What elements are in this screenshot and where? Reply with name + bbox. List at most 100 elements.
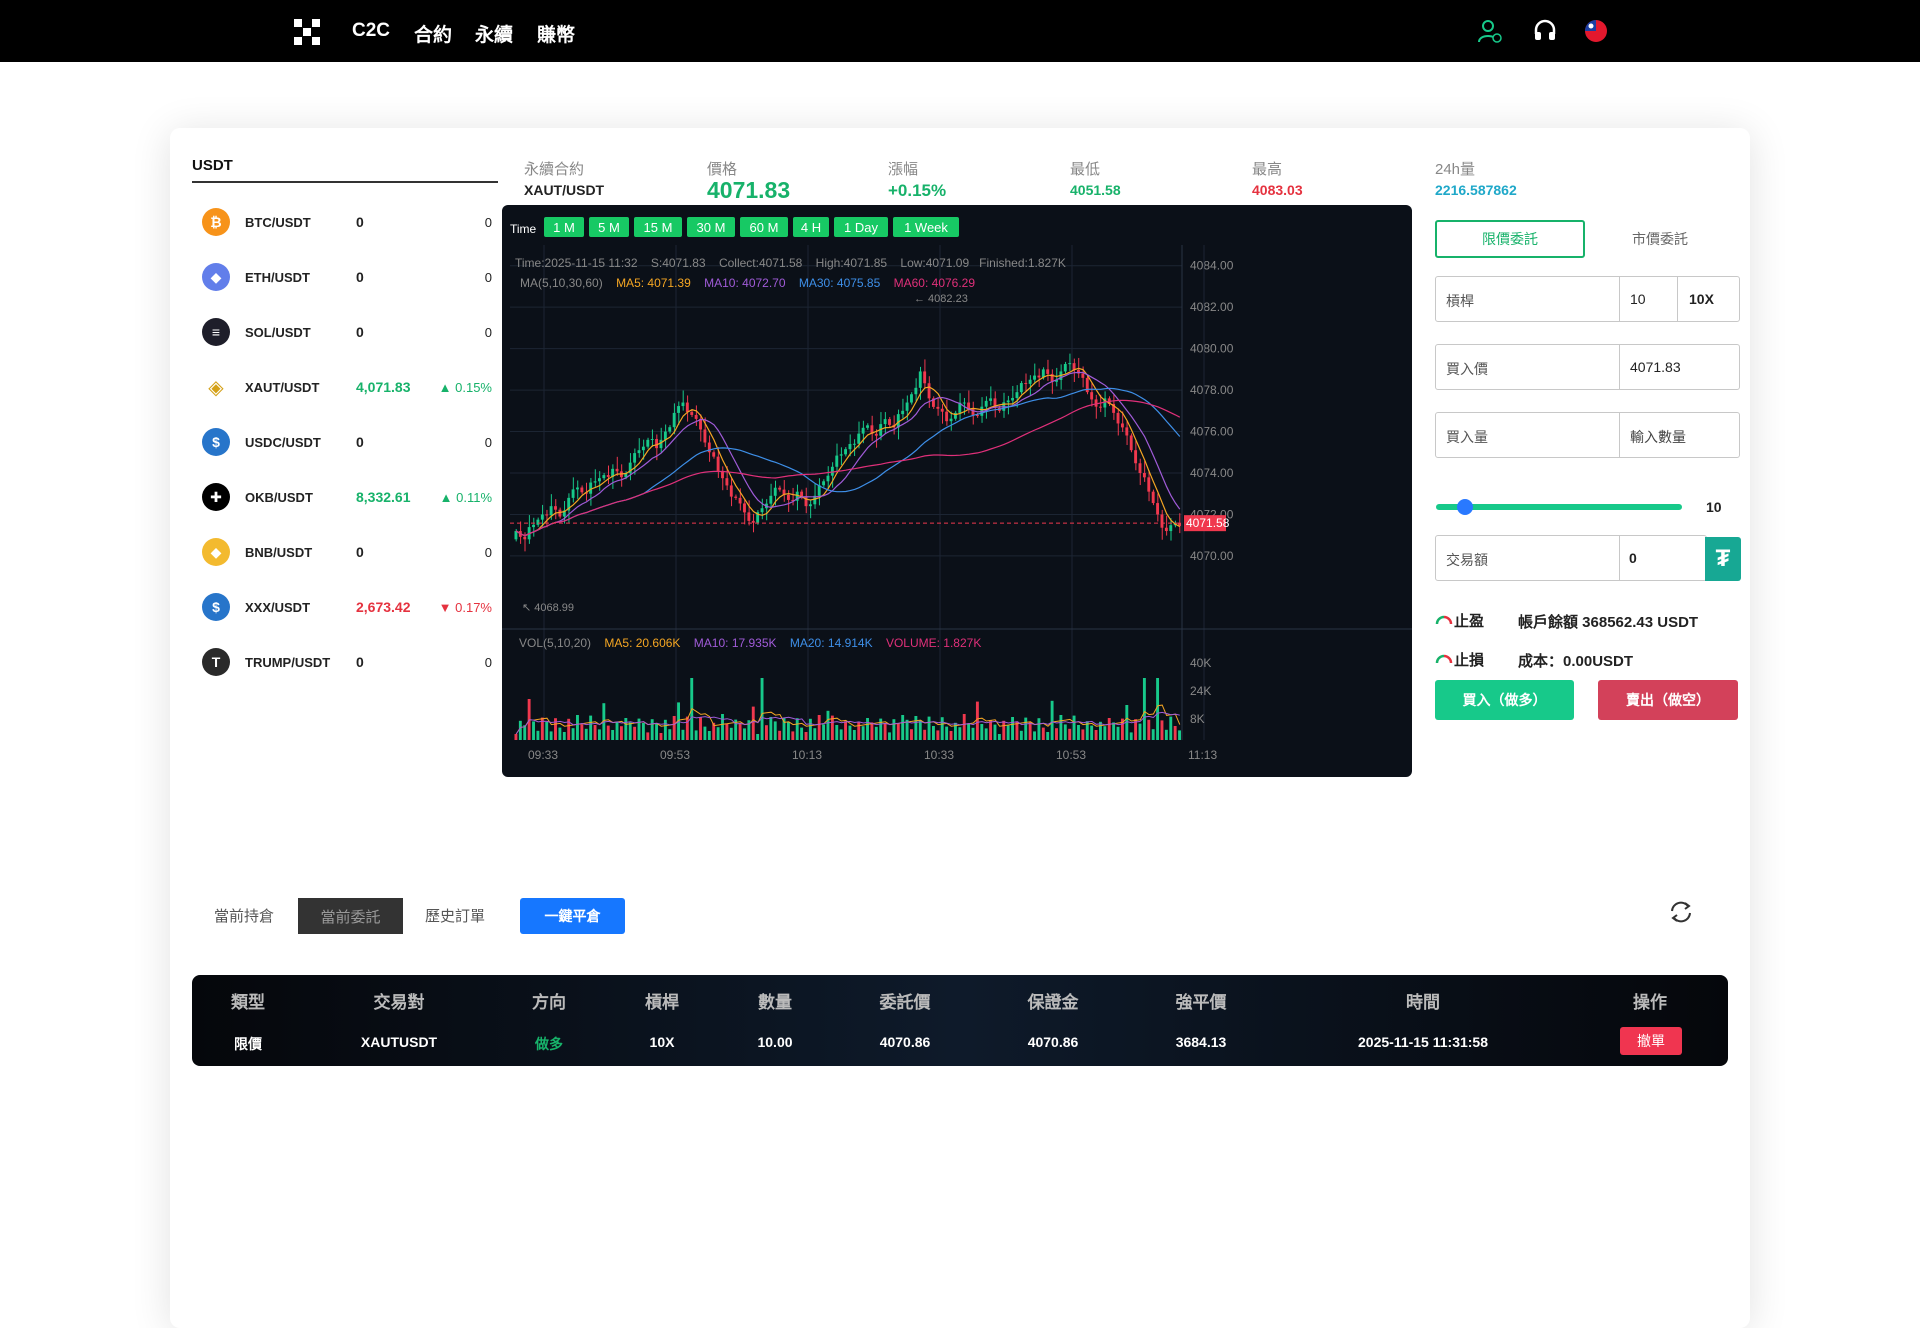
tether-icon[interactable]: ₮ <box>1705 537 1741 581</box>
coin-name: BTC/USDT <box>245 215 311 230</box>
coin-row[interactable]: $ USDC/USDT 0 0 <box>202 426 492 458</box>
buy-price-input[interactable]: 4071.83 <box>1630 359 1681 375</box>
qty-slider-handle[interactable] <box>1456 499 1473 515</box>
candle-body <box>773 487 777 496</box>
user-icon[interactable] <box>1477 18 1503 44</box>
ticker-low: 4051.58 <box>1070 182 1121 198</box>
volume-bar <box>1019 730 1023 740</box>
coin-row[interactable]: ✚ OKB/USDT 8,332.61 ▲ 0.11% <box>202 481 492 513</box>
candle-body <box>1160 514 1164 528</box>
tab-market-order[interactable]: 市價委託 <box>1605 220 1715 258</box>
taiwan-flag-icon[interactable] <box>1583 18 1609 44</box>
tab-current-orders[interactable]: 當前委託 <box>298 898 403 934</box>
coin-row[interactable]: ₿ BTC/USDT 0 0 <box>202 206 492 238</box>
slider-value: 10 <box>1706 499 1722 515</box>
nav-item-earn[interactable]: 賺幣 <box>537 20 575 47</box>
coin-price: 0 <box>356 434 364 450</box>
vol-ma10: MA10: 17.935K <box>693 636 777 650</box>
volume-bar <box>844 721 847 740</box>
volume-bar <box>624 718 628 740</box>
col-pair: 交易對 <box>373 993 425 1012</box>
volume-bar <box>518 720 522 740</box>
tether-gold-icon: ◈ <box>202 373 230 401</box>
volume-bar <box>993 724 997 740</box>
coin-row[interactable]: T TRUMP/USDT 0 0 <box>202 646 492 678</box>
field-divider <box>1619 345 1620 389</box>
candle-body <box>918 371 922 388</box>
leverage-unit-select[interactable]: 10X <box>1689 291 1714 307</box>
buy-qty-field: 買入量 輸入數量 <box>1435 412 1740 458</box>
volume-bar <box>910 729 913 740</box>
ma10-value: MA10: 4072.70 <box>704 276 786 290</box>
nav-item-perpetual[interactable]: 永續 <box>475 20 513 47</box>
headset-icon[interactable] <box>1532 18 1558 44</box>
coin-name: USDC/USDT <box>245 435 321 450</box>
refresh-icon[interactable] <box>1668 899 1694 925</box>
candle-body <box>589 482 593 494</box>
buy-long-button[interactable]: 買入（做多） <box>1435 680 1574 720</box>
okx-logo-icon[interactable] <box>294 19 320 45</box>
buy-qty-input[interactable]: 輸入數量 <box>1630 427 1686 447</box>
volume-bar <box>791 731 795 740</box>
trump-icon: T <box>202 648 230 676</box>
volume-bar <box>598 729 601 740</box>
sell-short-button[interactable]: 賣出（做空） <box>1598 680 1738 720</box>
candle-body <box>1090 392 1094 400</box>
vol-volume: VOLUME: 1.827K <box>885 636 982 650</box>
volume-bar <box>1116 726 1120 740</box>
tab-order-history[interactable]: 歷史訂單 <box>425 905 485 926</box>
leverage-label: 槓桿 <box>1446 293 1474 309</box>
leverage-input[interactable]: 10 <box>1630 291 1646 307</box>
volume-bar <box>672 716 676 740</box>
amount-field: 交易額 0 <box>1435 535 1707 581</box>
coin-row[interactable]: $ XXX/USDT 2,673.42 ▼ 0.17% <box>202 591 492 623</box>
amount-input[interactable]: 0 <box>1629 550 1637 566</box>
qty-slider-track[interactable] <box>1436 504 1682 510</box>
col-type: 類型 <box>231 993 265 1012</box>
coin-row[interactable]: ◈ XAUT/USDT 4,071.83 ▲ 0.15% <box>202 371 492 403</box>
cancel-order-button[interactable]: 撤單 <box>1620 1027 1682 1055</box>
candle-body <box>646 439 650 447</box>
volume-bar <box>558 727 562 740</box>
volume-bar <box>532 721 535 740</box>
candle-body <box>694 414 698 419</box>
okb-icon: ✚ <box>202 483 230 511</box>
leverage-field: 槓桿 10 10X <box>1435 276 1740 322</box>
tab-limit-order[interactable]: 限價委託 <box>1435 220 1585 258</box>
take-profit-toggle[interactable]: 止盈 <box>1454 610 1484 631</box>
coin-row[interactable]: ≡ SOL/USDT 0 0 <box>202 316 492 348</box>
usdc-icon: $ <box>202 428 230 456</box>
nav-item-contract[interactable]: 合約 <box>414 20 452 47</box>
chart-canvas[interactable]: 4084.00 4082.00 4080.00 4078.00 4076.00 4074.… <box>502 205 1412 777</box>
candle-body <box>540 514 544 520</box>
coin-row[interactable]: ◆ ETH/USDT 0 0 <box>202 261 492 293</box>
volume-bar <box>804 732 808 740</box>
volume-bar <box>852 730 856 740</box>
close-all-button[interactable]: 一鍵平倉 <box>520 898 625 934</box>
volume-bar <box>765 725 768 740</box>
volume-bar <box>1072 715 1076 740</box>
y-tick-label: 4078.00 <box>1190 383 1234 397</box>
nav-item-c2c[interactable]: C2C <box>352 20 390 42</box>
candle-body <box>760 508 764 513</box>
coin-change: ▲ 0.11% <box>439 490 492 505</box>
account-balance: 帳戶餘額 368562.43 USDT <box>1518 614 1699 631</box>
volume-bar <box>589 715 593 740</box>
amount-label: 交易額 <box>1446 552 1488 568</box>
volume-bar <box>923 729 927 740</box>
x-tick-label: 11:13 <box>1188 748 1217 762</box>
ticker-vol-label: 24h量 <box>1435 161 1476 178</box>
candle-body <box>901 410 905 415</box>
kline-chart[interactable]: Time 1 M5 M 15 M 30 M 60 M4 H1 Day 1 Week 40… <box>502 205 1412 777</box>
ma5-value: MA5: 4071.39 <box>616 276 691 290</box>
tab-usdt[interactable]: USDT <box>192 157 233 174</box>
volume-bar <box>932 726 935 740</box>
volume-bar <box>945 726 949 740</box>
ma10-line <box>515 371 1181 537</box>
tab-current-positions[interactable]: 當前持倉 <box>214 905 274 926</box>
volume-bar <box>1164 729 1168 740</box>
coin-row[interactable]: ◆ BNB/USDT 0 0 <box>202 536 492 568</box>
volume-bar <box>584 728 588 740</box>
stop-loss-toggle[interactable]: 止損 <box>1454 649 1484 670</box>
coin-price: 4,071.83 <box>356 379 411 395</box>
